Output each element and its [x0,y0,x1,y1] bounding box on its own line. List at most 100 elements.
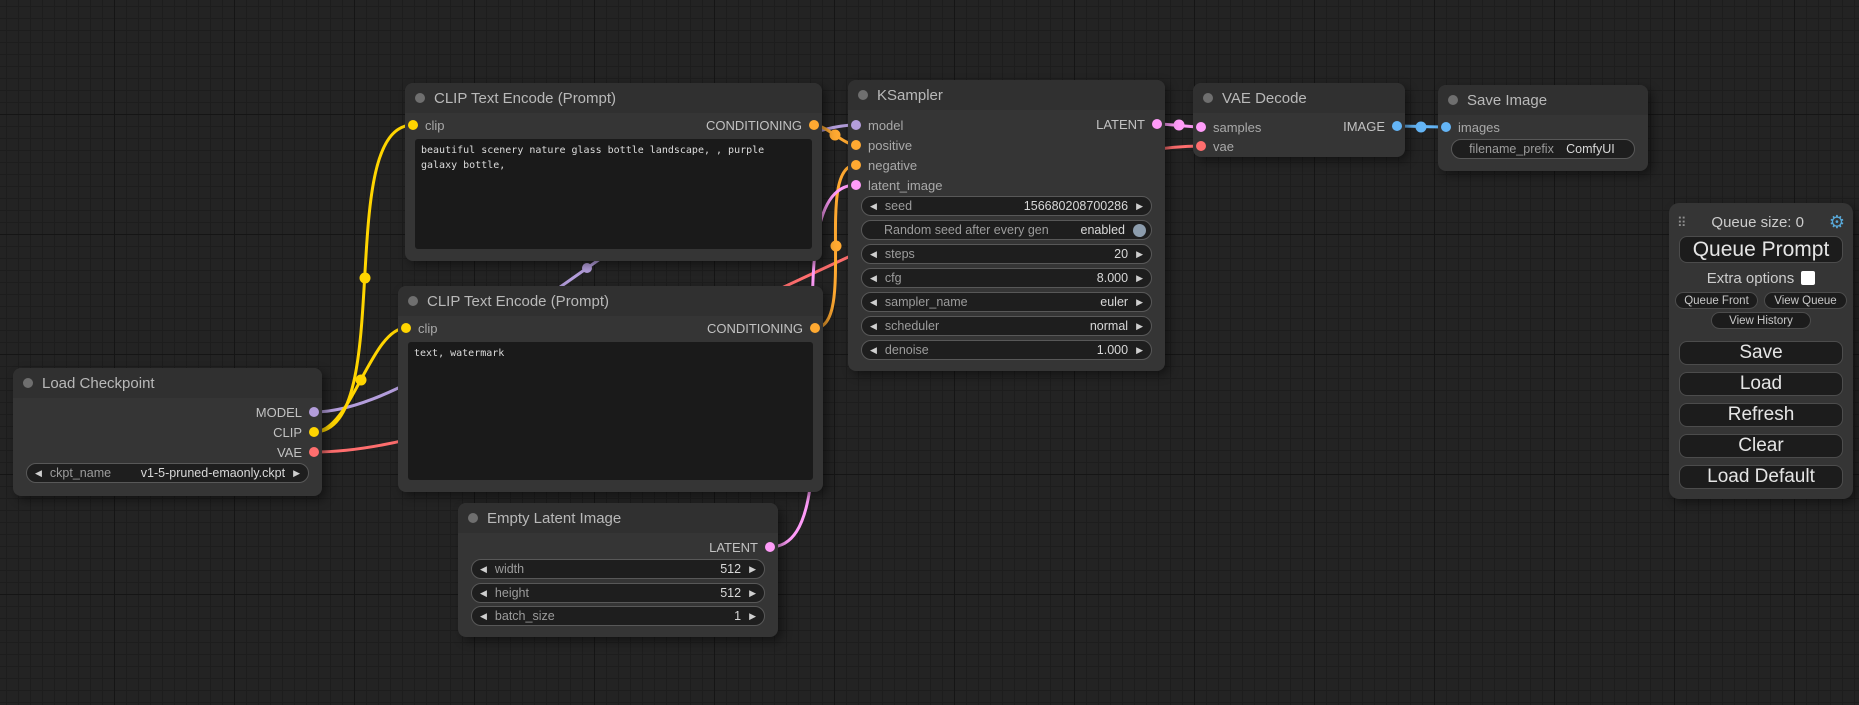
increment-arrow-icon[interactable]: ▶ [1136,297,1143,308]
latent-slot-dot[interactable] [851,180,861,190]
drag-handle-icon[interactable]: ⠿ [1677,216,1687,229]
view-history-button[interactable]: View History [1711,312,1811,329]
node-clip-text-encode-positive[interactable]: CLIP Text Encode (Prompt) clip CONDITION… [405,83,822,261]
model-slot-dot[interactable] [851,120,861,130]
output-slot-latent[interactable]: LATENT [1096,114,1162,134]
increment-arrow-icon[interactable]: ▶ [1136,273,1143,284]
node-graph-canvas[interactable]: Load Checkpoint MODEL CLIP VAE ◀ ckpt_na… [0,0,1859,705]
input-slot-clip[interactable]: clip [401,318,438,338]
decrement-arrow-icon[interactable]: ◀ [480,588,487,599]
node-save-image[interactable]: Save Image images filename_prefix ComfyU… [1438,85,1648,171]
collapse-dot-icon[interactable] [468,513,478,523]
decrement-arrow-icon[interactable]: ◀ [870,273,877,284]
input-slot-images[interactable]: images [1441,117,1500,137]
decrement-arrow-icon[interactable]: ◀ [480,611,487,622]
denoise-number-widget[interactable]: ◀ denoise 1.000 ▶ [861,340,1152,360]
image-slot-dot[interactable] [1392,121,1402,131]
extra-options-checkbox[interactable] [1801,271,1815,285]
output-slot-conditioning[interactable]: CONDITIONING [707,318,820,338]
clip-slot-dot[interactable] [309,427,319,437]
steps-number-widget[interactable]: ◀ steps 20 ▶ [861,244,1152,264]
node-title-bar[interactable]: VAE Decode [1193,83,1405,113]
prompt-textarea[interactable]: beautiful scenery nature glass bottle la… [415,139,812,249]
decrement-arrow-icon[interactable]: ◀ [870,345,877,356]
collapse-dot-icon[interactable] [858,90,868,100]
load-default-button[interactable]: Load Default [1679,465,1843,489]
decrement-arrow-icon[interactable]: ◀ [870,249,877,260]
conditioning-slot-dot[interactable] [851,140,861,150]
output-slot-model[interactable]: MODEL [256,402,319,422]
increment-arrow-icon[interactable]: ▶ [293,468,300,479]
input-slot-vae[interactable]: vae [1196,136,1234,156]
increment-arrow-icon[interactable]: ▶ [1136,249,1143,260]
node-title-bar[interactable]: Load Checkpoint [13,368,322,398]
filename-prefix-widget[interactable]: filename_prefix ComfyUI [1451,139,1635,159]
clip-slot-dot[interactable] [408,120,418,130]
link-dot-model[interactable] [582,263,592,273]
scheduler-combo[interactable]: ◀ scheduler normal ▶ [861,316,1152,336]
refresh-button[interactable]: Refresh [1679,403,1843,427]
input-slot-samples[interactable]: samples [1196,117,1261,137]
link-dot-clip-negative[interactable] [356,375,367,386]
input-slot-positive[interactable]: positive [851,135,912,155]
output-slot-clip[interactable]: CLIP [273,422,319,442]
decrement-arrow-icon[interactable]: ◀ [35,468,42,479]
node-title-bar[interactable]: Empty Latent Image [458,503,778,533]
input-slot-latent-image[interactable]: latent_image [851,175,942,195]
link-dot-cond-positive[interactable] [830,130,841,141]
decrement-arrow-icon[interactable]: ◀ [870,201,877,212]
latent-slot-dot[interactable] [1196,122,1206,132]
collapse-dot-icon[interactable] [23,378,33,388]
collapse-dot-icon[interactable] [1203,93,1213,103]
queue-prompt-button[interactable]: Queue Prompt [1679,236,1843,263]
node-title-bar[interactable]: CLIP Text Encode (Prompt) [405,83,822,113]
clear-button[interactable]: Clear [1679,434,1843,458]
conditioning-slot-dot[interactable] [809,120,819,130]
width-number-widget[interactable]: ◀ width 512 ▶ [471,559,765,579]
vae-slot-dot[interactable] [1196,141,1206,151]
load-button[interactable]: Load [1679,372,1843,396]
node-ksampler[interactable]: KSampler model positive negative latent_… [848,80,1165,371]
decrement-arrow-icon[interactable]: ◀ [870,297,877,308]
model-slot-dot[interactable] [309,407,319,417]
view-queue-button[interactable]: View Queue [1764,292,1847,309]
save-button[interactable]: Save [1679,341,1843,365]
random-seed-toggle[interactable]: Random seed after every gen enabled [861,220,1152,240]
increment-arrow-icon[interactable]: ▶ [749,611,756,622]
node-title-bar[interactable]: Save Image [1438,85,1648,115]
cfg-number-widget[interactable]: ◀ cfg 8.000 ▶ [861,268,1152,288]
collapse-dot-icon[interactable] [1448,95,1458,105]
node-title-bar[interactable]: KSampler [848,80,1165,110]
increment-arrow-icon[interactable]: ▶ [749,588,756,599]
vae-slot-dot[interactable] [309,447,319,457]
increment-arrow-icon[interactable]: ▶ [749,564,756,575]
output-slot-vae[interactable]: VAE [277,442,319,462]
link-dot-latent-out[interactable] [1174,120,1185,131]
batch-size-number-widget[interactable]: ◀ batch_size 1 ▶ [471,606,765,626]
collapse-dot-icon[interactable] [415,93,425,103]
sampler-name-combo[interactable]: ◀ sampler_name euler ▶ [861,292,1152,312]
link-dot-cond-negative[interactable] [831,241,842,252]
output-slot-conditioning[interactable]: CONDITIONING [706,115,819,135]
output-slot-image[interactable]: IMAGE [1343,116,1402,136]
queue-front-button[interactable]: Queue Front [1675,292,1758,309]
node-title-bar[interactable]: CLIP Text Encode (Prompt) [398,286,823,316]
collapse-dot-icon[interactable] [408,296,418,306]
node-clip-text-encode-negative[interactable]: CLIP Text Encode (Prompt) clip CONDITION… [398,286,823,492]
node-vae-decode[interactable]: VAE Decode samples vae IMAGE [1193,83,1405,157]
link-dot-image[interactable] [1416,122,1427,133]
input-slot-negative[interactable]: negative [851,155,917,175]
prompt-textarea[interactable]: text, watermark [408,342,813,480]
increment-arrow-icon[interactable]: ▶ [1136,345,1143,356]
latent-slot-dot[interactable] [1152,119,1162,129]
conditioning-slot-dot[interactable] [851,160,861,170]
seed-number-widget[interactable]: ◀ seed 156680208700286 ▶ [861,196,1152,216]
toggle-knob-icon[interactable] [1133,224,1146,237]
input-slot-clip[interactable]: clip [408,115,445,135]
conditioning-slot-dot[interactable] [810,323,820,333]
decrement-arrow-icon[interactable]: ◀ [870,321,877,332]
height-number-widget[interactable]: ◀ height 512 ▶ [471,583,765,603]
link-dot-clip-positive[interactable] [360,273,371,284]
ckpt-name-combo[interactable]: ◀ ckpt_name v1-5-pruned-emaonly.ckpt ▶ [26,463,309,483]
node-load-checkpoint[interactable]: Load Checkpoint MODEL CLIP VAE ◀ ckpt_na… [13,368,322,496]
